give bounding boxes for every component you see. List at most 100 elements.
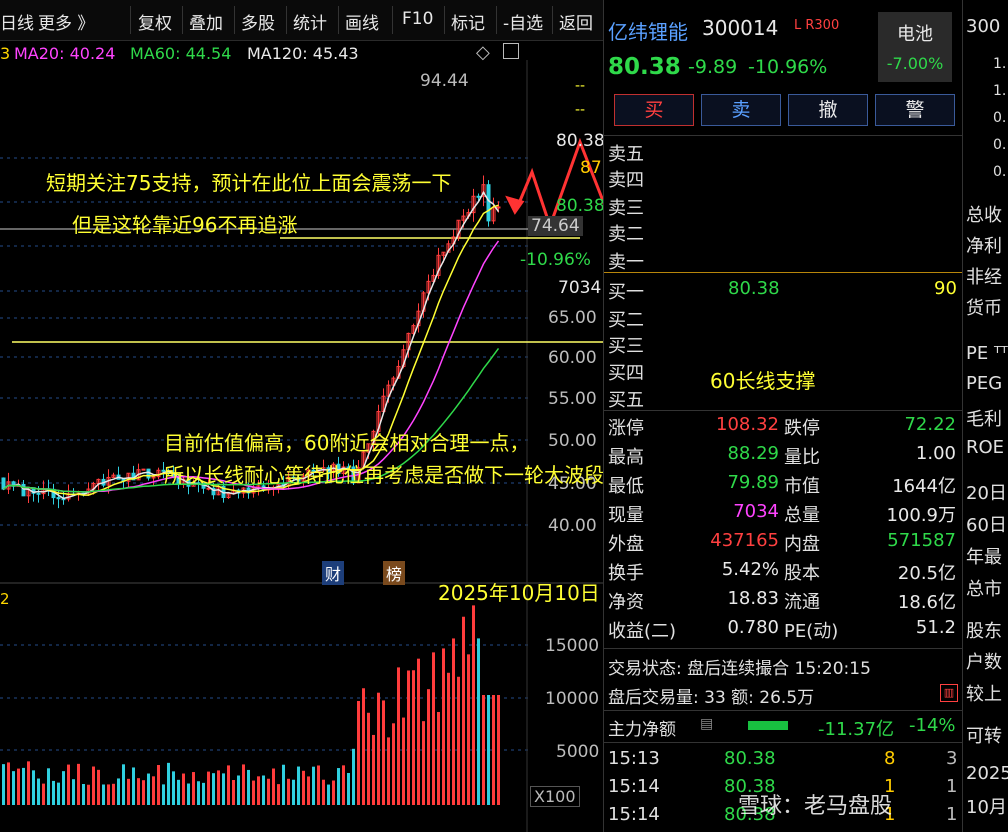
volume-bar <box>132 767 135 805</box>
volume-bar <box>402 717 405 805</box>
stat-label: 市值 <box>784 476 820 497</box>
volume-bar <box>382 700 385 805</box>
volume-bar <box>2 764 5 805</box>
stat-label: 量比 <box>784 447 820 468</box>
alert-button[interactable]: 警 <box>875 94 955 126</box>
stock-code: 300014 <box>702 16 779 40</box>
volume-bar <box>47 768 50 805</box>
volume-bar <box>52 780 55 805</box>
volume-bar <box>207 771 210 805</box>
volume-bar <box>257 776 260 805</box>
chart-icon[interactable]: ▥ <box>940 684 958 702</box>
volume-bar <box>167 762 170 805</box>
price-label-prev: 74.64 <box>528 216 583 236</box>
strip-label: 货币 <box>966 298 1002 319</box>
volume-bar <box>272 768 275 805</box>
annotation-long-term: 所以长线耐心等待此位再考虑是否做下一轮大波段 <box>164 463 604 487</box>
volume-bar <box>307 776 310 805</box>
sell-button[interactable]: 卖 <box>701 94 781 126</box>
kline-chart[interactable] <box>0 0 603 832</box>
strip-label: 非经 <box>966 267 1002 288</box>
sector-name: 电池 <box>897 24 933 45</box>
volume-bar <box>447 672 450 805</box>
volume-bar <box>497 695 500 805</box>
annotation-valuation: 目前估值偏高，60附近会相对合理一点， <box>164 431 530 455</box>
volume-bar <box>287 778 290 805</box>
volume-bar <box>172 771 175 805</box>
stat-label: 流通 <box>784 592 820 613</box>
stat-value: 18.6亿 <box>897 592 956 613</box>
annotation-90: 90 <box>934 278 957 299</box>
volume-bar <box>227 765 230 805</box>
stat-value: 5.42% <box>721 559 779 580</box>
volume-bar <box>417 658 420 805</box>
bid3-label: 买三 <box>608 336 644 357</box>
volume-bar <box>297 766 300 805</box>
tick-price: 80.38 <box>724 748 776 769</box>
volume-bar <box>152 776 155 805</box>
volume-bar <box>477 638 480 805</box>
ask2-label: 卖二 <box>608 224 644 245</box>
volume-bar <box>492 695 495 805</box>
dash-mark-1: -- <box>575 78 586 94</box>
strip-number: 1. <box>993 83 1007 99</box>
volume-axis-15000: 15000 <box>545 636 600 656</box>
volume-bar <box>302 770 305 805</box>
volume-bar <box>367 712 370 805</box>
annotation-support-60: 60长线支撑 <box>710 369 816 393</box>
strip-number: 1. <box>993 56 1007 72</box>
price-axis-65: 65.00 <box>548 308 597 328</box>
bid1-label: 买一 <box>608 282 644 303</box>
volume-bar <box>262 775 265 805</box>
buy-button[interactable]: 买 <box>614 94 694 126</box>
stat-label: 净资 <box>608 592 644 613</box>
stat-label: 现量 <box>608 505 644 526</box>
price-change: -9.89 <box>688 56 738 78</box>
volume-bar <box>277 784 280 805</box>
volume-bar <box>387 737 390 805</box>
volume-bar <box>122 764 125 805</box>
tick-count: 1 <box>946 776 958 797</box>
ranking-badge[interactable]: 榜 <box>383 561 406 585</box>
tick-time: 15:14 <box>608 804 660 825</box>
list-icon[interactable]: ▤ <box>700 716 713 732</box>
price-axis-55: 55.00 <box>548 389 597 409</box>
volume-bar <box>322 779 325 805</box>
strip-number: 0. <box>993 137 1007 153</box>
stat-value: 72.22 <box>904 414 956 435</box>
strip-label: 总收 <box>966 205 1002 226</box>
sector-pct: -7.00% <box>886 54 944 73</box>
stat-value: 1644亿 <box>892 476 956 497</box>
volume-bar <box>232 780 235 805</box>
stat-value: 88.29 <box>727 443 779 464</box>
volume-bar <box>412 670 415 805</box>
finance-badge[interactable]: 财 <box>322 561 345 585</box>
strip-label: 2025 <box>966 763 1008 784</box>
strip-label: 可转 <box>966 726 1002 747</box>
volume-bar <box>362 688 365 805</box>
volume-unit-label[interactable]: X100 <box>530 786 580 807</box>
stat-value: 18.83 <box>727 588 779 609</box>
volume-bar <box>337 768 340 805</box>
volume-bar <box>32 770 35 805</box>
volume-bar <box>432 652 435 805</box>
volume-bar <box>82 784 85 805</box>
strip-label: 10月 <box>966 797 1007 818</box>
volume-bar <box>212 773 215 805</box>
volume-bar <box>37 778 40 805</box>
stat-label: 涨停 <box>608 418 644 439</box>
high-price-label: 94.44 <box>420 71 469 91</box>
candle-body <box>206 487 211 490</box>
volume-axis-10000: 10000 <box>545 689 600 709</box>
cancel-order-button[interactable]: 撤 <box>788 94 868 126</box>
volume-bar <box>472 605 475 805</box>
strip-label: 60日 <box>966 515 1007 536</box>
volume-bar <box>112 783 115 805</box>
strip-label: 净利 <box>966 236 1002 257</box>
stat-label: 跌停 <box>784 418 820 439</box>
sector-box[interactable]: 电池 -7.00% <box>878 12 952 82</box>
volume-bar <box>17 768 20 805</box>
stock-name: 亿纬锂能 <box>608 20 688 44</box>
price-label-close: 80.38 <box>556 196 605 216</box>
volume-bar <box>342 765 345 805</box>
